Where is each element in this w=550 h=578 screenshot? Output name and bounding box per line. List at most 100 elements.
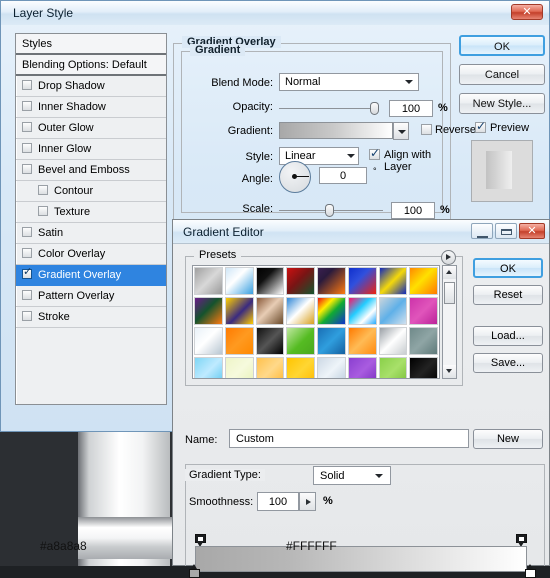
ge-save-button[interactable]: Save... <box>473 353 543 373</box>
preset-swatch[interactable] <box>194 357 223 378</box>
gradient-type-chevron-down-icon[interactable] <box>371 467 387 484</box>
preset-swatch[interactable] <box>194 297 223 325</box>
presets-swatch-grid[interactable] <box>192 265 440 379</box>
style-row-bevel-and-emboss[interactable]: Bevel and Emboss <box>16 160 166 181</box>
preset-swatch[interactable] <box>409 297 438 325</box>
style-row-inner-shadow[interactable]: Inner Shadow <box>16 97 166 118</box>
minimize-icon[interactable] <box>471 223 493 239</box>
angle-dial[interactable] <box>279 161 311 193</box>
preset-swatch[interactable] <box>378 357 408 378</box>
ge-load-button[interactable]: Load... <box>473 326 543 346</box>
preset-swatch[interactable] <box>286 297 315 325</box>
style-checkbox[interactable] <box>22 248 32 258</box>
smoothness-value[interactable]: 100 <box>257 492 299 511</box>
maximize-icon[interactable] <box>495 223 517 239</box>
style-checkbox[interactable] <box>38 185 48 195</box>
style-row-satin[interactable]: Satin <box>16 223 166 244</box>
scroll-up-icon[interactable] <box>443 266 456 279</box>
style-checkbox[interactable] <box>22 143 32 153</box>
preset-swatch[interactable] <box>224 327 254 355</box>
layer-style-titlebar[interactable]: Layer Style ✕ <box>1 1 549 25</box>
preset-swatch[interactable] <box>224 267 254 295</box>
preset-swatch[interactable] <box>317 297 346 325</box>
preset-swatch[interactable] <box>347 267 377 295</box>
opacity-slider-track[interactable] <box>279 108 379 109</box>
preset-swatch[interactable] <box>255 267 285 295</box>
close-icon[interactable]: ✕ <box>519 223 545 239</box>
gradient-strip[interactable] <box>195 546 527 572</box>
preset-swatch[interactable] <box>378 327 408 355</box>
preset-swatch[interactable] <box>194 267 223 295</box>
preset-swatch[interactable] <box>347 357 377 378</box>
style-row-contour[interactable]: Contour <box>16 181 166 202</box>
scrollbar-thumb[interactable] <box>444 282 455 304</box>
preset-swatch[interactable] <box>194 327 223 355</box>
style-checkbox[interactable] <box>22 311 32 321</box>
preset-swatch[interactable] <box>317 327 346 355</box>
preset-swatch[interactable] <box>224 357 254 378</box>
style-row-inner-glow[interactable]: Inner Glow <box>16 139 166 160</box>
smoothness-stepper-icon[interactable] <box>299 492 316 511</box>
style-row-color-overlay[interactable]: Color Overlay <box>16 244 166 265</box>
preset-swatch[interactable] <box>409 357 438 378</box>
preview-checkbox[interactable] <box>474 119 486 133</box>
style-row-texture[interactable]: Texture <box>16 202 166 223</box>
preset-swatch[interactable] <box>347 297 377 325</box>
style-checkbox[interactable] <box>22 227 32 237</box>
gradient-picker-chevron-icon[interactable] <box>393 122 409 140</box>
preset-swatch[interactable] <box>409 327 438 355</box>
style-row-outer-glow[interactable]: Outer Glow <box>16 118 166 139</box>
presets-menu-icon[interactable] <box>441 250 456 265</box>
preset-swatch[interactable] <box>409 267 438 295</box>
preset-swatch[interactable] <box>378 267 408 295</box>
style-checkbox[interactable] <box>22 290 32 300</box>
preset-swatch[interactable] <box>286 357 315 378</box>
new-style-button[interactable]: New Style... <box>459 93 545 114</box>
ge-ok-button[interactable]: OK <box>473 258 543 278</box>
preset-swatch[interactable] <box>286 327 315 355</box>
gradient-editor-titlebar[interactable]: Gradient Editor ✕ <box>173 220 549 244</box>
scale-value[interactable]: 100 <box>391 202 435 219</box>
close-icon[interactable]: ✕ <box>511 4 543 20</box>
preset-swatch[interactable] <box>286 267 315 295</box>
chevron-down-icon[interactable] <box>401 73 417 91</box>
style-chevron-down-icon[interactable] <box>343 147 359 165</box>
style-row-pattern-overlay[interactable]: Pattern Overlay <box>16 286 166 307</box>
blend-mode-select[interactable]: Normal <box>279 73 419 91</box>
preset-swatch[interactable] <box>224 297 254 325</box>
preset-swatch[interactable] <box>378 297 408 325</box>
reverse-checkbox[interactable] <box>421 124 432 135</box>
style-row-gradient-overlay[interactable]: Gradient Overlay <box>16 265 166 286</box>
presets-scrollbar[interactable] <box>442 265 457 379</box>
name-input[interactable]: Custom <box>229 429 469 448</box>
opacity-slider-knob[interactable] <box>370 102 379 115</box>
color-stop-right[interactable] <box>525 564 536 578</box>
ge-new-button[interactable]: New <box>473 429 543 449</box>
style-checkbox[interactable] <box>22 122 32 132</box>
style-row-stroke[interactable]: Stroke <box>16 307 166 328</box>
gradient-preview-bar[interactable] <box>279 122 393 139</box>
align-with-layer-checkbox[interactable] <box>369 146 380 160</box>
preset-swatch[interactable] <box>255 357 285 378</box>
preset-swatch[interactable] <box>317 357 346 378</box>
preset-swatch[interactable] <box>317 267 346 295</box>
style-checkbox[interactable] <box>22 80 32 90</box>
color-stop-left[interactable] <box>189 564 200 578</box>
scroll-down-icon[interactable] <box>443 365 456 378</box>
opacity-value[interactable]: 100 <box>389 100 433 117</box>
opacity-stop-left-inner <box>198 537 203 541</box>
preset-swatch[interactable] <box>347 327 377 355</box>
cancel-button[interactable]: Cancel <box>459 64 545 85</box>
style-checkbox[interactable] <box>38 206 48 216</box>
style-checkbox[interactable] <box>22 164 32 174</box>
style-checkbox[interactable] <box>22 266 32 279</box>
ge-reset-button[interactable]: Reset <box>473 285 543 305</box>
angle-value[interactable]: 0 <box>319 167 367 184</box>
preset-swatch[interactable] <box>255 297 285 325</box>
preset-swatch[interactable] <box>255 327 285 355</box>
scale-slider-knob[interactable] <box>325 204 334 217</box>
style-row-blending-options-default[interactable]: Blending Options: Default <box>16 55 166 76</box>
style-checkbox[interactable] <box>22 101 32 111</box>
style-row-drop-shadow[interactable]: Drop Shadow <box>16 76 166 97</box>
ok-button[interactable]: OK <box>459 35 545 56</box>
